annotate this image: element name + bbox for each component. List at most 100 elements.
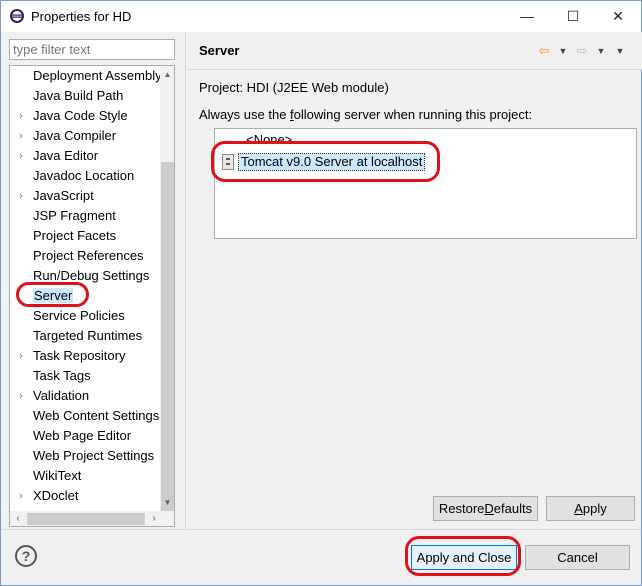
tree-item[interactable]: › Java Editor [10,146,160,166]
tree-item[interactable]: › XDoclet [10,486,160,506]
help-icon[interactable]: ? [15,545,37,567]
expand-chevron-icon[interactable]: › [19,386,23,406]
scroll-left-icon[interactable]: ‹ [10,511,26,526]
server-list-item-tomcat[interactable]: Tomcat v9.0 Server at localhost [222,152,426,172]
tree-item-label: Web Content Settings [33,408,160,423]
title-bar[interactable]: Properties for HD — ☐ ✕ [1,1,641,32]
tree-item[interactable]: › Task Repository [10,346,160,366]
tree-item[interactable]: › JavaScript [10,186,160,206]
forward-dropdown-icon[interactable]: ▼ [593,46,609,56]
maximize-button[interactable]: ☐ [550,1,596,31]
tree-item-label: Deployment Assembly [33,68,160,83]
back-dropdown-icon[interactable]: ▼ [555,46,571,56]
scroll-thumb[interactable] [161,162,174,526]
tree-item[interactable]: Java Build Path [10,86,160,106]
tree-item[interactable]: Project Facets [10,226,160,246]
scroll-down-icon[interactable]: ▼ [160,494,174,511]
tree-item[interactable]: Task Tags [10,366,160,386]
tree-item[interactable]: Service Policies [10,306,160,326]
tree-item-label: Service Policies [33,308,125,323]
header-separator [187,69,642,70]
expand-chevron-icon[interactable]: › [19,346,23,366]
expand-chevron-icon[interactable]: › [19,126,23,146]
tree-item-label: Validation [33,388,90,403]
expand-chevron-icon[interactable]: › [19,106,23,126]
tree-item[interactable]: Web Page Editor [10,426,160,446]
tree-item-label: Java Code Style [33,108,128,123]
pane-divider[interactable] [185,32,186,529]
restore-defaults-button[interactable]: Restore Defaults [433,496,538,521]
forward-arrow-icon[interactable]: ⇨ [574,43,590,59]
expand-chevron-icon[interactable]: › [19,186,23,206]
apply-button[interactable]: Apply [546,496,635,521]
instruction-suffix: ollowing server when running this projec… [293,107,533,122]
server-instruction-label: Always use the following server when run… [199,107,532,122]
restore-suffix: efaults [493,501,533,516]
page-header: Server ⇦ ▼ ⇨ ▼ ▼ [187,32,642,69]
tree-item[interactable]: Run/Debug Settings [10,266,160,286]
eclipse-app-icon [10,9,24,23]
server-list: <None> Tomcat v9.0 Server at localhost [214,128,637,239]
tree-list: Deployment Assembly Java Build Path › Java … [10,66,160,506]
property-tree: Deployment Assembly Java Build Path › Java … [9,65,175,527]
apply-and-close-button[interactable]: Apply and Close [411,545,517,570]
tree-item[interactable]: Targeted Runtimes [10,326,160,346]
tree-item[interactable]: JSP Fragment [10,206,160,226]
tree-item-label: Java Compiler [33,128,117,143]
apply-mnemonic: A [574,501,583,516]
restore-prefix: Restore [438,501,485,516]
back-arrow-icon[interactable]: ⇦ [536,43,552,59]
server-list-item-none[interactable]: <None> [246,132,292,147]
tree-item-label: Task Repository [33,348,126,363]
tree-item-label: XDoclet [33,488,79,503]
filter-input[interactable] [9,39,175,60]
server-icon [222,154,234,170]
tree-item[interactable]: Project References [10,246,160,266]
tree-item-label: Run/Debug Settings [33,268,150,283]
window-title: Properties for HD [31,9,132,24]
tree-item[interactable]: Web Project Settings [10,446,160,466]
tree-item-label: JSP Fragment [33,208,116,223]
tree-item-label: Server [33,288,74,303]
tree-item[interactable]: Web Content Settings [10,406,160,426]
expand-chevron-icon[interactable]: › [19,146,23,166]
close-button[interactable]: ✕ [595,1,641,31]
tree-item[interactable]: Deployment Assembly [10,66,160,86]
restore-mnemonic: D [484,501,494,516]
scroll-corner [160,511,174,526]
tree-item-label: JavaScript [33,188,94,203]
tree-item-label: Java Editor [33,148,99,163]
apply-suffix: pply [582,501,607,516]
tree-item[interactable]: Javadoc Location [10,166,160,186]
navigation-buttons: ⇦ ▼ ⇨ ▼ ▼ [536,42,628,60]
tree-item[interactable]: › Java Code Style [10,106,160,126]
server-item-label: Tomcat v9.0 Server at localhost [238,153,426,171]
tree-horizontal-scrollbar[interactable]: ‹ › [10,511,160,526]
tree-item[interactable]: › Java Compiler [10,126,160,146]
tree-item[interactable]: Server [10,286,160,306]
tree-item-label: Project References [33,248,144,263]
cancel-button[interactable]: Cancel [525,545,630,570]
tree-item-label: Project Facets [33,228,117,243]
tree-item-label: WikiText [33,468,82,483]
scroll-up-icon[interactable]: ▲ [160,66,174,83]
button-bar-separator [1,529,641,530]
tree-item[interactable]: WikiText [10,466,160,486]
tree-item-label: Task Tags [33,368,91,383]
tree-item-label: Web Project Settings [33,448,155,463]
tree-item-label: Javadoc Location [33,168,135,183]
tree-vertical-scrollbar[interactable]: ▲ ▼ [160,66,174,526]
tree-item[interactable]: › Validation [10,386,160,406]
expand-chevron-icon[interactable]: › [19,486,23,506]
project-label: Project: HDI (J2EE Web module) [199,80,389,95]
tree-item-label: Web Page Editor [33,428,132,443]
hscroll-thumb[interactable] [27,513,145,525]
left-pane: Deployment Assembly Java Build Path › Java … [1,32,179,529]
minimize-button[interactable]: — [504,1,550,31]
instruction-prefix: Always use the [199,107,291,122]
page-title: Server [199,43,240,58]
tree-item-label: Java Build Path [33,88,124,103]
properties-dialog: Properties for HD — ☐ ✕ Deployment Assem… [0,0,642,586]
view-menu-icon[interactable]: ▼ [612,46,628,56]
tree-item-label: Targeted Runtimes [33,328,143,343]
